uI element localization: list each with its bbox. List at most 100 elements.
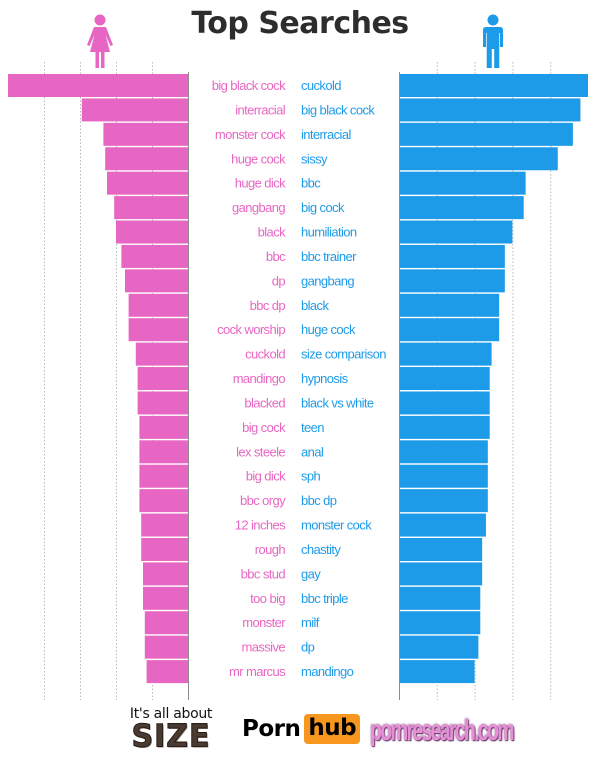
label-women-11: cock worship [217,322,285,337]
bar-women-25 [146,660,188,684]
label-men-1: cuckold [301,78,341,93]
bar-men-9 [399,269,505,293]
bar-women-24 [144,635,188,659]
label-men-24: dp [301,640,315,655]
label-women-6: gangbang [232,200,285,215]
chart-area: big black cock interracial monster cock hug… [8,62,588,700]
bar-women-19 [141,513,188,537]
bar-women-1 [8,74,188,97]
bar-women-22 [143,586,188,610]
bar-men-20 [399,537,483,561]
bar-men-23 [399,611,481,635]
label-men-21: gay [301,566,321,581]
label-women-8: bbc [266,249,286,264]
label-men-11: huge cock [301,322,356,337]
bar-men-8 [399,244,505,268]
label-women-22: too big [250,591,285,606]
bar-women-15 [139,415,188,439]
label-women-5: huge dick [235,176,286,191]
label-women-4: huge cock [231,151,286,166]
bar-women-13 [137,367,188,391]
label-women-10: bbc dp [250,298,286,313]
footer-logos: It's all about SIZE Porn hub pornresearc… [0,700,600,764]
label-men-9: gangbang [301,273,354,288]
label-women-25: mr marcus [229,664,286,679]
bar-men-25 [399,660,475,684]
label-men-22: bbc triple [301,591,348,606]
bar-women-16 [139,440,188,464]
bar-men-1 [399,74,588,97]
bar-women-5 [107,171,188,195]
bar-women-6 [114,196,188,220]
label-women-15: big cock [242,420,286,435]
label-men-8: bbc trainer [301,249,357,264]
bar-men-24 [399,635,479,659]
label-men-23: milf [301,615,320,630]
label-women-21: bbc stud [241,566,286,581]
pornresearch-logo: pornresearch.com [370,713,515,748]
bar-men-10 [399,293,500,317]
label-women-13: mandingo [233,371,286,386]
label-women-12: cuckold [245,347,285,362]
bar-women-18 [139,489,188,513]
label-men-12: size comparison [301,347,386,362]
pornhub-logo-left: Porn [242,716,301,742]
bar-women-3 [103,122,188,146]
bar-men-22 [399,586,481,610]
bar-men-16 [399,440,488,464]
label-women-19: 12 inches [235,518,286,533]
label-men-16: anal [301,444,324,459]
label-women-14: blacked [244,395,285,410]
bar-men-21 [399,562,483,586]
label-men-10: black [301,298,329,313]
bar-women-20 [141,537,188,561]
pornhub-logo: Porn hub [242,714,361,744]
bar-women-17 [139,464,188,488]
label-men-5: bbc [301,176,321,191]
label-men-17: sph [301,469,321,484]
labels-women: big black cock interracial monster cock hug… [212,78,287,679]
label-women-18: bbc orgy [240,493,286,508]
bar-women-12 [135,342,188,366]
label-men-13: hypnosis [301,371,349,386]
label-men-2: big black cock [301,102,375,117]
label-women-2: interracial [235,102,285,117]
bar-women-23 [144,611,188,635]
bar-men-6 [399,196,524,220]
bar-men-17 [399,464,488,488]
bar-women-8 [121,244,188,268]
pornhub-logo-right: hub [304,714,361,744]
bar-men-13 [399,367,490,391]
label-women-1: big black cock [212,78,286,93]
bar-women-4 [105,147,188,171]
bar-women-11 [128,318,188,342]
bar-men-2 [399,98,581,122]
label-women-7: black [258,225,286,240]
label-men-15: teen [301,420,324,435]
bar-women-2 [81,98,188,122]
label-men-4: sissy [301,151,328,166]
bar-men-7 [399,220,513,244]
bar-women-7 [116,220,188,244]
bars-men [399,74,588,684]
label-women-24: massive [242,640,286,655]
label-men-7: humiliation [301,225,357,240]
label-women-16: lex steele [236,444,285,459]
labels-men: cuckold big black cock interracial sissy bbc… [301,78,387,679]
bar-men-19 [399,513,486,537]
size-logo: It's all about SIZE [118,706,224,755]
size-word: SIZE [131,718,211,755]
label-men-14: black vs white [301,395,374,410]
bar-women-14 [137,391,188,415]
bar-men-14 [399,391,490,415]
label-men-6: big cock [301,200,345,215]
bar-men-18 [399,489,488,513]
bar-men-15 [399,415,490,439]
bar-women-21 [143,562,188,586]
label-men-3: interracial [301,127,351,142]
bar-men-11 [399,318,500,342]
bar-women-10 [128,293,188,317]
label-women-23: monster [242,615,286,630]
bar-women-9 [125,269,188,293]
bar-men-5 [399,171,526,195]
